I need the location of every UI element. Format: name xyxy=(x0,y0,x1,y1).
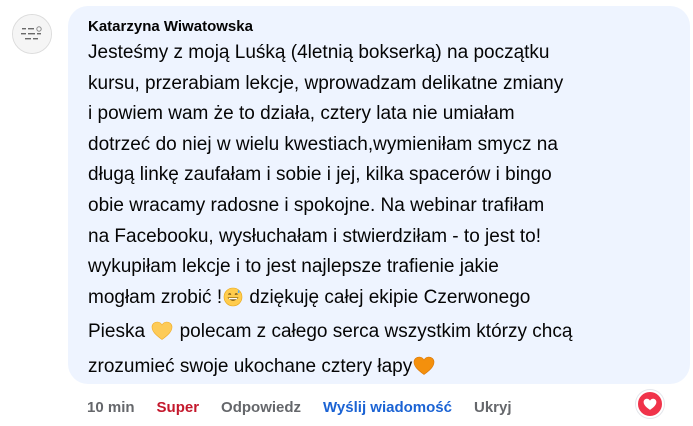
comment-line-part: dziękuję całej ekipie Czerwonego xyxy=(244,286,531,308)
comment-line: i powiem wam że to działa, cztery lata n… xyxy=(88,103,515,125)
comment-timestamp[interactable]: 10 min xyxy=(87,399,135,416)
comment-line: Pieska polecam z całego serca wszystkim … xyxy=(88,317,674,352)
comment-text: Jesteśmy z moją Luśką (4letnią bokserką)… xyxy=(88,38,674,387)
comment-line: Jesteśmy z moją Luśką (4letnią bokserką)… xyxy=(88,42,550,63)
comment-line: na Facebooku, wysłuchałam i stwierdziłam… xyxy=(88,225,542,247)
comment-bubble: Katarzyna Wiwatowska Jesteśmy z moją Luś… xyxy=(68,6,690,384)
reply-button[interactable]: Odpowiedz xyxy=(221,399,301,416)
comment-line-part: mogłam zrobić ! xyxy=(88,286,223,308)
hide-button[interactable]: Ukryj xyxy=(474,399,512,416)
send-message-button[interactable]: Wyślij wiadomość xyxy=(323,399,452,416)
grinning-sweat-emoji xyxy=(223,287,243,318)
comment-line: dotrzeć do niej w wielu kwestiach,wymien… xyxy=(88,133,558,155)
reaction-badge[interactable] xyxy=(636,390,664,418)
comment-line: długą linkę zaufałam i sobie i jej, kilk… xyxy=(88,164,552,186)
comment-line: zrozumieć swoje ukochane cztery łapy xyxy=(88,352,674,387)
comment-line: kursu, przerabiam lekcje, wprowadzam del… xyxy=(88,72,564,94)
heart-reaction-icon xyxy=(643,398,657,410)
avatar[interactable] xyxy=(12,14,52,54)
comment-line-part: zrozumieć swoje ukochane cztery łapy xyxy=(88,355,413,377)
like-button[interactable]: Super xyxy=(157,399,200,416)
comment: Katarzyna Wiwatowska Jesteśmy z moją Luś… xyxy=(0,0,693,426)
comment-actions: 10 min Super Odpowiedz Wyślij wiadomość … xyxy=(87,396,512,418)
comment-line: wykupiłam lekcje i to jest najlepsze tra… xyxy=(88,256,499,278)
avatar-logo-icon xyxy=(13,15,51,53)
comment-line: obie wracamy radosne i spokojne. Na webi… xyxy=(88,194,545,216)
yellow-heart-emoji xyxy=(151,321,173,352)
orange-heart-emoji xyxy=(413,356,435,387)
comment-line-part: polecam z całego serca wszystkim którzy … xyxy=(174,321,573,343)
comment-line: mogłam zrobić ! dziękuję całej ekipie Cz… xyxy=(88,283,674,318)
comment-author[interactable]: Katarzyna Wiwatowska xyxy=(88,18,674,36)
comment-line-part: Pieska xyxy=(88,321,151,343)
